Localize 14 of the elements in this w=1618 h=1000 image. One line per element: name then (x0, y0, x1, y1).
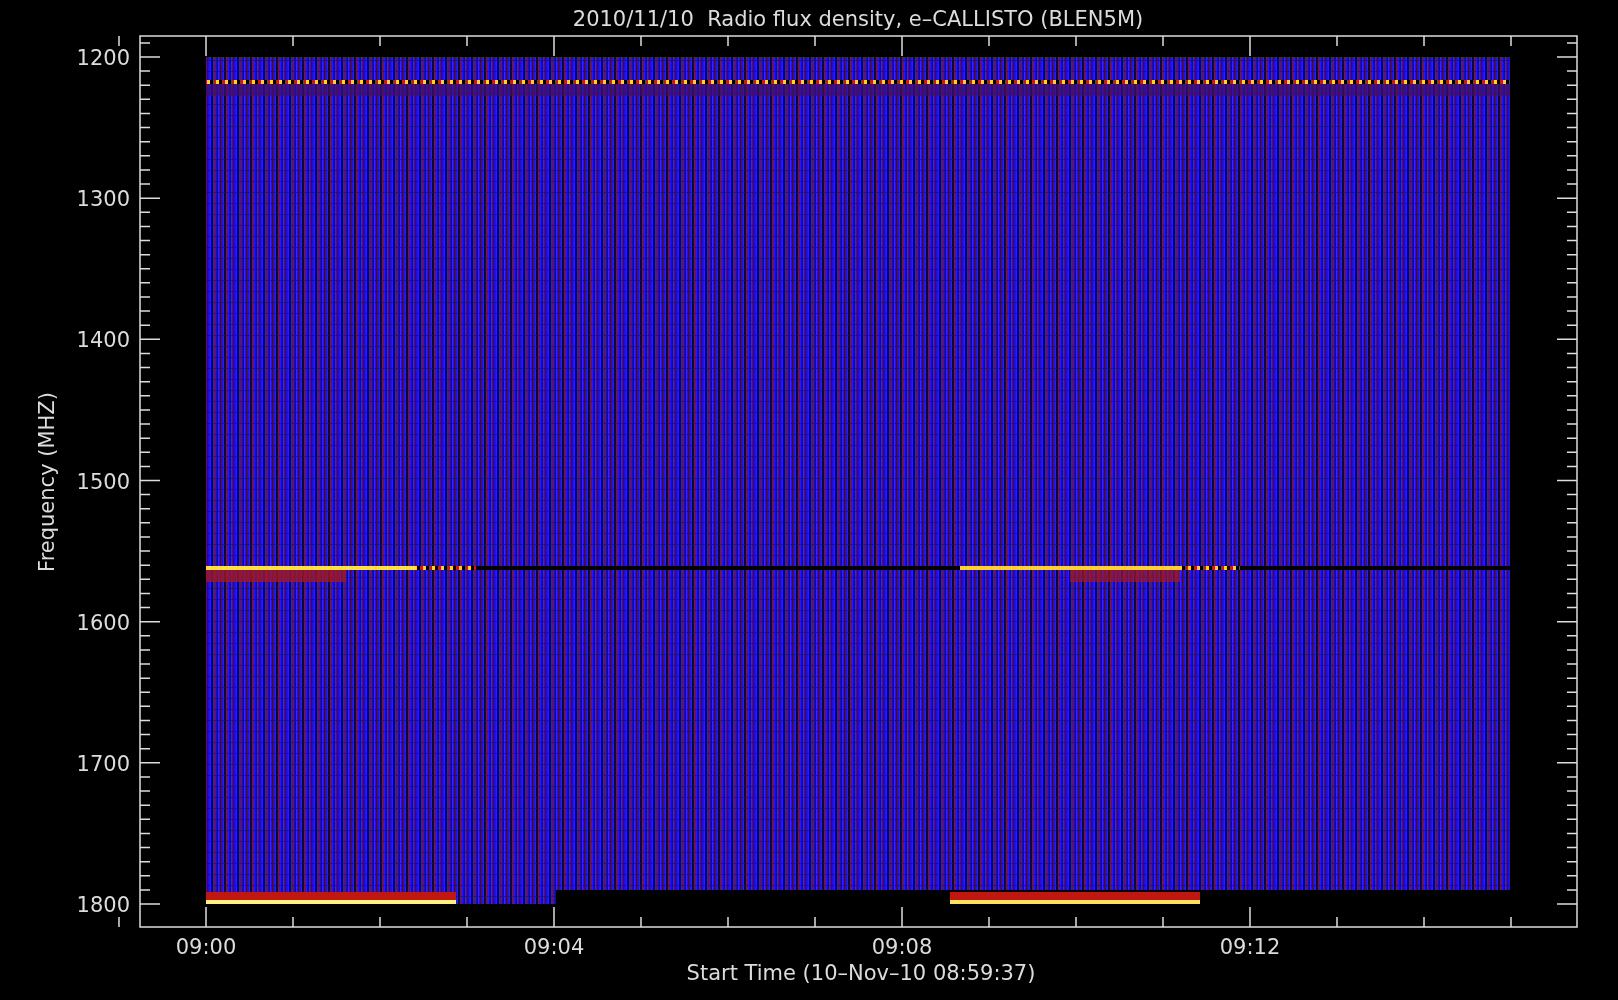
y-tick-label: 1400 (76, 328, 130, 353)
y-tick-label: 1600 (76, 610, 130, 635)
y-axis-label: Frequency (MHZ) (35, 392, 59, 572)
y-tick-label: 1700 (76, 751, 130, 776)
y-tick-label: 1300 (76, 187, 130, 212)
x-tick-label: 09:08 (871, 935, 933, 959)
x-tick-label: 09:00 (175, 935, 237, 959)
x-axis-label: Start Time (10–Nov–10 08:59:37) (686, 961, 1036, 985)
y-tick-label: 1500 (76, 469, 130, 494)
x-tick-label: 09:04 (523, 935, 585, 959)
chart-title: 2010/11/10 Radio flux density, e–CALLISTO (BLEN5M) (572, 7, 1144, 31)
x-tick-label: 09:12 (1219, 935, 1281, 959)
y-tick-label: 1800 (76, 893, 130, 917)
y-tick-label: 1200 (76, 46, 130, 70)
